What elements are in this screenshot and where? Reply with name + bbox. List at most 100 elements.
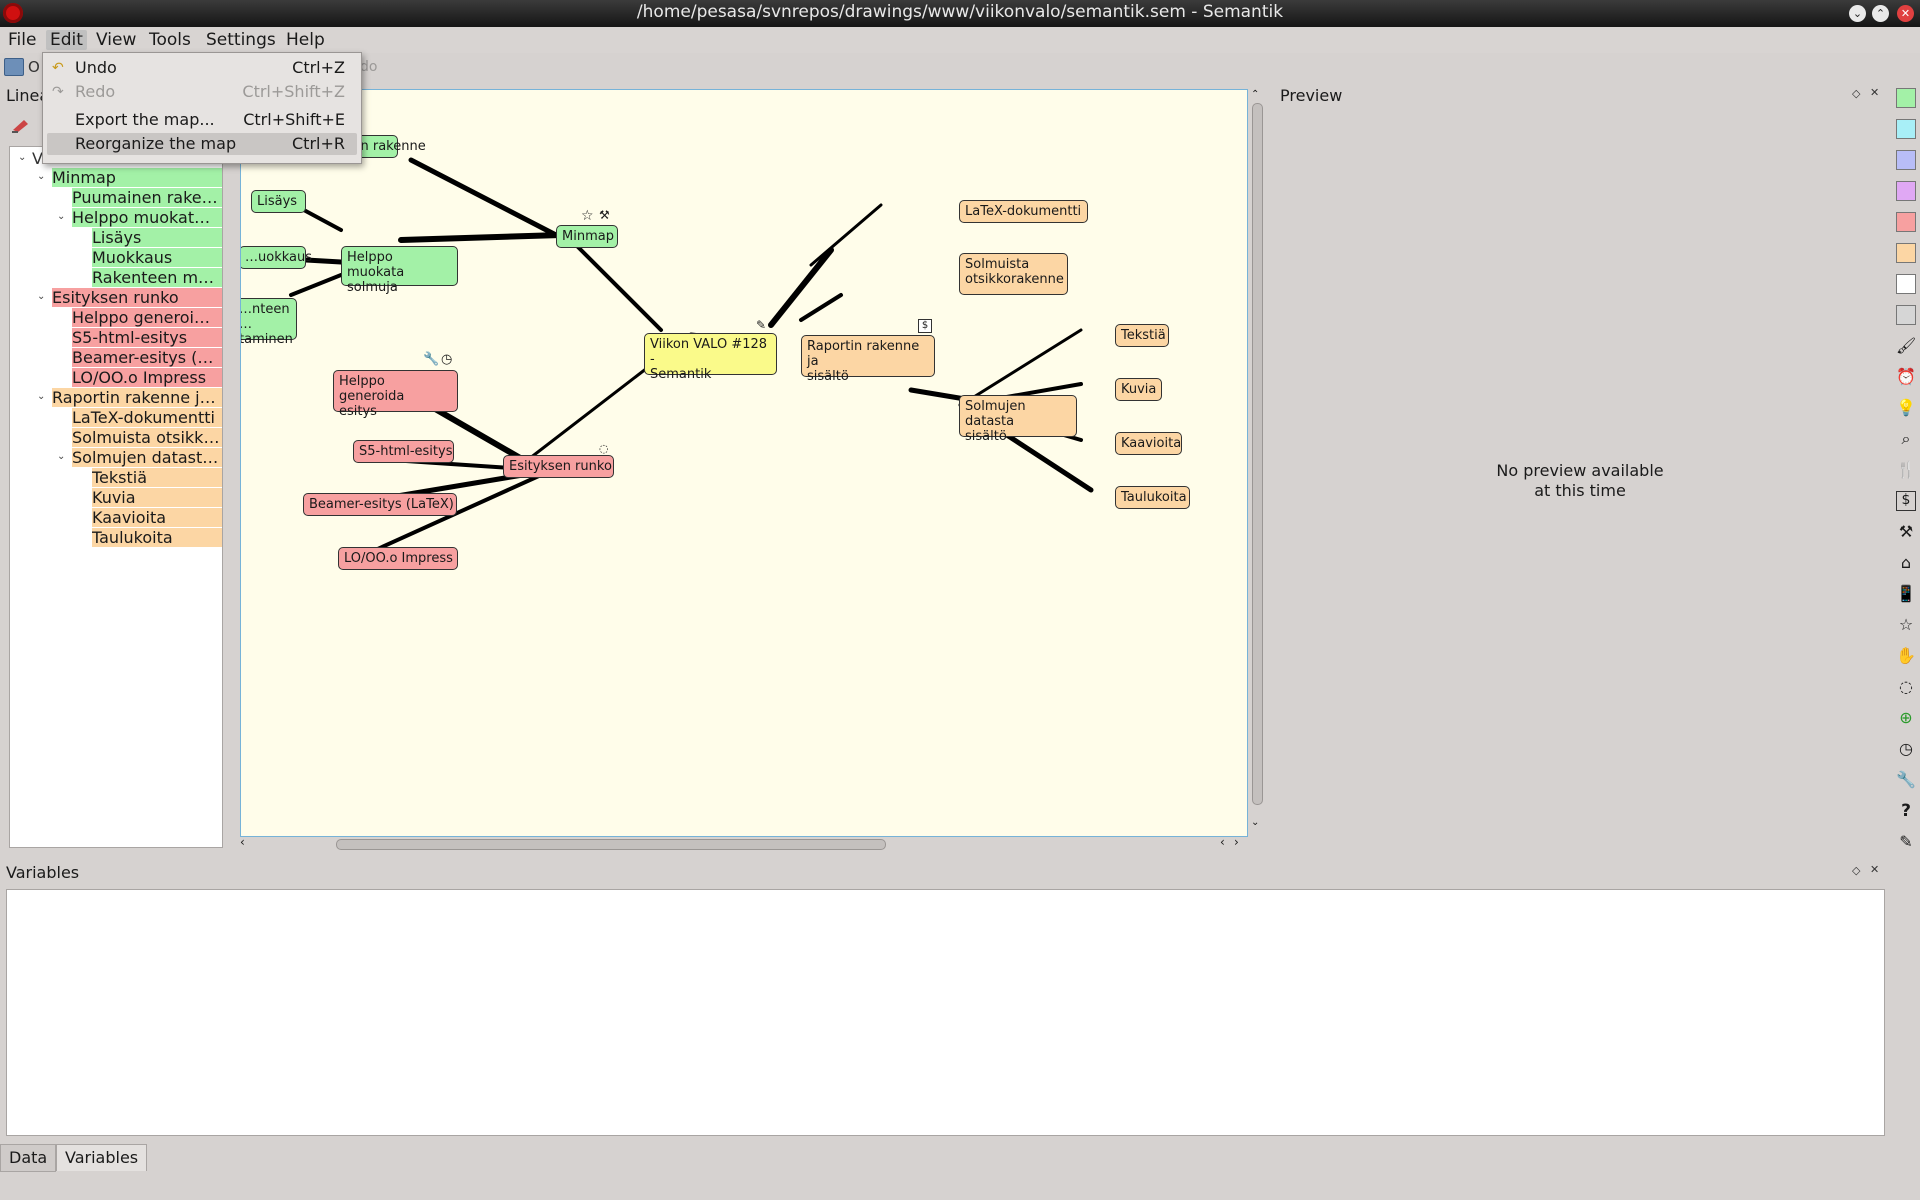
maximize-button[interactable]: ⌃ <box>1872 5 1889 22</box>
float-icon[interactable]: ◇ <box>1852 87 1860 100</box>
expand-icon[interactable]: ⌄ <box>37 171 45 182</box>
vertical-scrollbar[interactable]: ⌃ ⌄ <box>1250 89 1264 835</box>
variables-editor[interactable] <box>6 889 1885 1136</box>
tree-item[interactable]: Beamer-esitys (… <box>72 348 222 367</box>
horizontal-scrollbar[interactable]: ‹ ‹ › <box>240 835 1246 851</box>
expand-icon[interactable]: ⌄ <box>37 291 45 302</box>
mindmap-node-lo-oo[interactable]: LO/OO.o Impress <box>338 547 458 570</box>
float-icon[interactable]: ◇ <box>1852 864 1860 877</box>
mindmap-node-helppo-generoida[interactable]: Helppo generoida esitys <box>333 370 458 419</box>
hand-icon[interactable]: ✋ <box>1896 646 1916 666</box>
mindmap-node-raportin[interactable]: Raportin rakenne ja sisältö <box>801 335 935 384</box>
dollar-icon[interactable]: $ <box>1896 491 1916 511</box>
tree-item[interactable]: Rakenteen m… <box>92 268 222 287</box>
note-icon[interactable]: ✎ <box>1896 832 1916 852</box>
mindmap-node-esityksen-runko[interactable]: Esityksen runko <box>503 455 614 478</box>
target-icon[interactable]: ⊕ <box>1896 708 1916 728</box>
clear-icon[interactable] <box>10 116 32 134</box>
menu-view[interactable]: View <box>92 30 140 50</box>
tree-item[interactable]: Kuvia <box>92 488 222 507</box>
minimize-button[interactable]: ⌄ <box>1849 5 1866 22</box>
scroll-down-icon[interactable]: ⌄ <box>1251 817 1259 828</box>
cutlery-icon[interactable]: 🍴 <box>1896 460 1916 480</box>
color-gray-swatch[interactable] <box>1896 305 1916 325</box>
tree-item[interactable]: LaTeX-dokumentti <box>72 408 222 427</box>
scroll-left-icon[interactable]: ‹ <box>240 835 245 849</box>
mindmap-node-solmuista[interactable]: Solmuista otsikkorakenne <box>959 253 1068 295</box>
menu-item-export[interactable]: Export the map... Ctrl+Shift+E <box>47 109 357 131</box>
wrench-icon[interactable]: 🔧 <box>1896 770 1916 790</box>
menu-item-undo[interactable]: ↶ Undo Ctrl+Z <box>47 57 357 79</box>
scroll-up-icon[interactable]: ⌃ <box>1251 89 1259 100</box>
idea-icon[interactable]: 💡 <box>1896 398 1916 418</box>
tab-variables[interactable]: Variables <box>56 1144 148 1171</box>
magnifier-icon[interactable]: ⌕ <box>1896 429 1916 449</box>
mindmap-node-taulukoita[interactable]: Taulukoita <box>1115 486 1190 509</box>
tree-item[interactable]: Puumainen rake… <box>72 188 222 207</box>
color-white-swatch[interactable] <box>1896 274 1916 294</box>
scroll-right-icon[interactable]: › <box>1234 835 1239 849</box>
tree-item[interactable]: Kaavioita <box>92 508 222 527</box>
menu-item-reorganize[interactable]: Reorganize the map Ctrl+R <box>47 133 357 155</box>
tree-item[interactable]: Esityksen runko <box>52 288 222 307</box>
scroll-left-icon[interactable]: ‹ <box>1220 835 1225 849</box>
tree-item[interactable]: Tekstiä <box>92 468 222 487</box>
mindmap-node-kaavioita[interactable]: Kaavioita <box>1115 432 1182 455</box>
mindmap-node-tekstia[interactable]: Tekstiä <box>1115 324 1169 347</box>
gavel-icon[interactable]: ⚒ <box>1896 522 1916 542</box>
close-icon[interactable]: ✕ <box>1870 863 1879 876</box>
mindmap-node-kuvia[interactable]: Kuvia <box>1115 378 1162 401</box>
expand-icon[interactable]: ⌄ <box>57 451 65 462</box>
menu-file[interactable]: File <box>4 30 40 50</box>
mindmap-node-center[interactable]: Viikon VALO #128 - Semantik <box>644 333 777 382</box>
tree-item[interactable]: Raportin rakenne j… <box>52 388 222 407</box>
mindmap-node-minmap[interactable]: Minmap <box>556 225 618 248</box>
mindmap-node-latex[interactable]: LaTeX-dokumentti <box>959 200 1088 223</box>
tree-item[interactable]: Lisäys <box>92 228 222 247</box>
tree-item[interactable]: Minmap <box>52 168 222 187</box>
menu-settings[interactable]: Settings <box>202 30 280 50</box>
mindmap-node-s5[interactable]: S5-html-esitys <box>353 440 454 463</box>
alarm-icon[interactable]: ⏰ <box>1896 367 1916 387</box>
close-icon[interactable]: ✕ <box>1870 86 1879 99</box>
expand-icon[interactable]: ⌄ <box>57 211 65 222</box>
color-orange-swatch[interactable] <box>1896 243 1916 263</box>
lasso-icon[interactable]: ◌ <box>1896 677 1916 697</box>
expand-icon[interactable]: ⌄ <box>37 391 45 402</box>
menu-help[interactable]: Help <box>282 30 329 50</box>
tree-view[interactable]: Viikon VALO #128 - Se ⌄ ⌄ Minmap Puumain… <box>9 146 223 848</box>
tree-item[interactable]: Muokkaus <box>92 248 222 267</box>
color-blue-swatch[interactable] <box>1896 150 1916 170</box>
color-green-swatch[interactable] <box>1896 88 1916 108</box>
tree-item[interactable]: LO/OO.o Impress <box>72 368 222 387</box>
mindmap-node-helppo-muokata[interactable]: Helppo muokata solmuja <box>341 246 458 295</box>
vertical-scroll-thumb[interactable] <box>1252 103 1263 805</box>
home-icon[interactable]: ⌂ <box>1896 553 1916 573</box>
menu-tools[interactable]: Tools <box>145 30 195 50</box>
expand-icon[interactable]: ⌄ <box>18 152 26 163</box>
horizontal-scroll-thumb[interactable] <box>336 839 886 850</box>
open-label[interactable]: O <box>28 58 40 76</box>
close-button[interactable]: ✕ <box>1897 5 1914 22</box>
mindmap-node-solmujen-datasta[interactable]: Solmujen datasta sisältö <box>959 395 1077 444</box>
phone-icon[interactable]: 📱 <box>1896 584 1916 604</box>
menu-edit[interactable]: Edit <box>46 30 87 50</box>
palette-icon[interactable]: 🖌 <box>1896 336 1916 356</box>
open-icon[interactable] <box>4 58 24 76</box>
tree-item[interactable]: Solmujen datast… <box>72 448 222 467</box>
tree-item[interactable]: Taulukoita <box>92 528 222 547</box>
tab-data[interactable]: Data <box>0 1144 57 1172</box>
color-purple-swatch[interactable] <box>1896 181 1916 201</box>
mindmap-node-rakenteen[interactable]: …nteen …taminen <box>241 298 297 347</box>
tree-item[interactable]: S5-html-esitys <box>72 328 222 347</box>
help-icon[interactable]: ? <box>1896 801 1916 821</box>
mindmap-node-beamer[interactable]: Beamer-esitys (LaTeX) <box>303 493 457 516</box>
mindmap-node-lisays[interactable]: Lisäys <box>251 190 306 213</box>
tree-item[interactable]: Solmuista otsikk… <box>72 428 222 447</box>
tree-item[interactable]: Helppo generoi… <box>72 308 222 327</box>
mindmap-node-muokkaus[interactable]: …uokkaus <box>241 246 312 269</box>
star-icon[interactable]: ☆ <box>1896 615 1916 635</box>
clock-icon[interactable]: ◷ <box>1896 739 1916 759</box>
tree-item[interactable]: Helppo muokat… <box>72 208 222 227</box>
mindmap-canvas[interactable]: …mainen rakenne Minmap ☆ ⚒ Lisäys …uokka… <box>240 89 1248 837</box>
